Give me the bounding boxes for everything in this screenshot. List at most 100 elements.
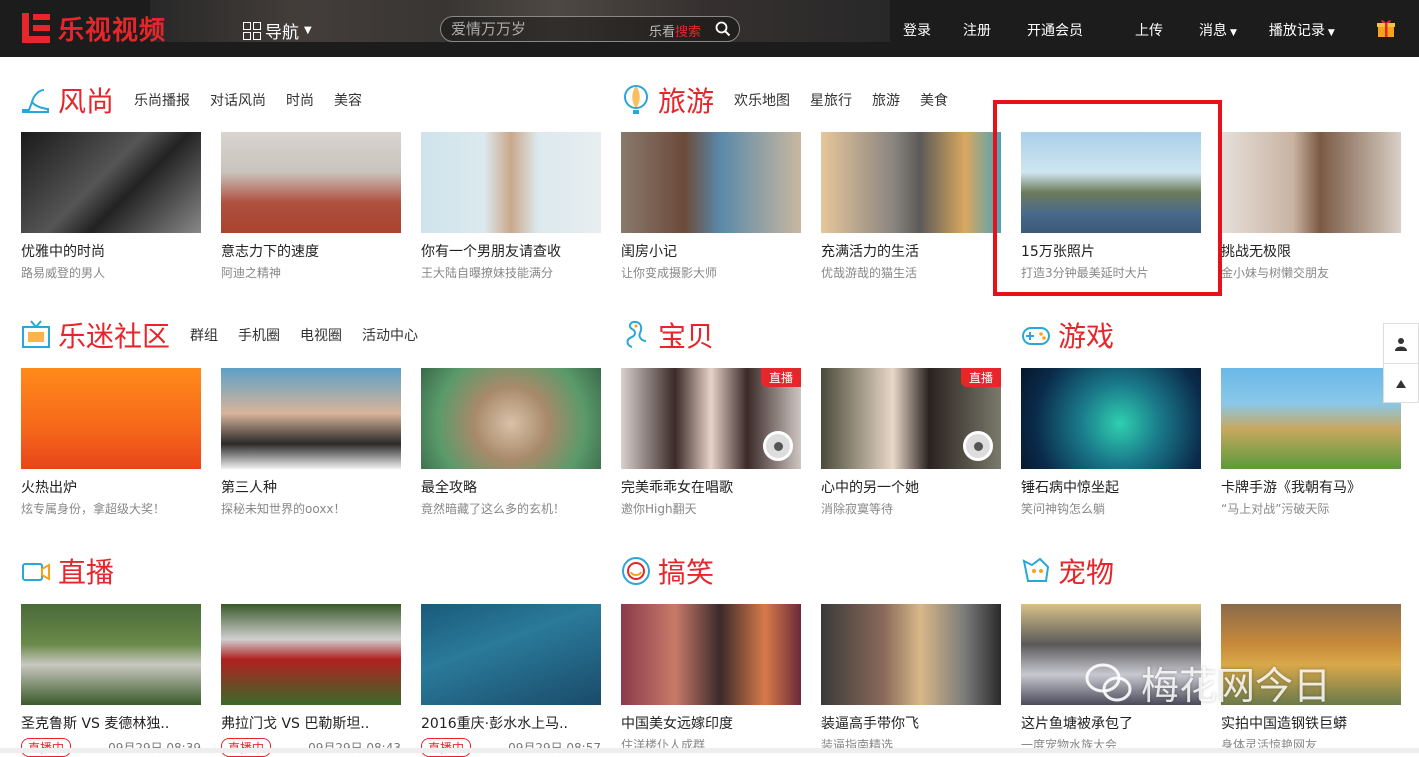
sub-link[interactable]: 旅游: [872, 90, 900, 110]
video-title[interactable]: 2016重庆·彭水水上马..: [421, 713, 601, 733]
video-title[interactable]: 弗拉门戈 VS 巴勒斯坦..: [221, 713, 401, 733]
search-box: 乐看搜索: [440, 16, 740, 42]
sub-link[interactable]: 乐尚播报: [134, 90, 190, 110]
video-card[interactable]: 圣克鲁斯 VS 麦德林独.. 直播中09月29日 08:39: [21, 604, 201, 757]
video-title[interactable]: 中国美女远嫁印度: [621, 713, 801, 733]
video-title[interactable]: 圣克鲁斯 VS 麦德林独..: [21, 713, 201, 733]
video-title[interactable]: 心中的另一个她: [821, 477, 1001, 497]
video-card[interactable]: 装逼高手带你飞 装逼指南精选: [821, 604, 1001, 753]
video-card[interactable]: 弗拉门戈 VS 巴勒斯坦.. 直播中09月29日 08:43: [221, 604, 401, 757]
video-title[interactable]: 你有一个男朋友请查收: [421, 241, 601, 261]
video-title[interactable]: 这片鱼塘被承包了: [1021, 713, 1201, 733]
video-thumbnail[interactable]: [221, 368, 401, 469]
caret-down-icon: ▼: [1327, 28, 1335, 38]
section-title[interactable]: 宝贝: [658, 315, 714, 355]
video-card[interactable]: 挑战无极限 金小妹与树懒交朋友: [1221, 132, 1401, 281]
nav-menu-button[interactable]: 导航 ▼: [243, 18, 312, 43]
video-thumbnail[interactable]: [421, 368, 601, 469]
sub-link[interactable]: 群组: [190, 325, 218, 345]
section-title[interactable]: 乐迷社区: [58, 315, 170, 355]
sub-link[interactable]: 电视圈: [300, 325, 342, 345]
sub-link[interactable]: 活动中心: [362, 325, 418, 345]
le-logo-icon: [20, 11, 54, 45]
video-desc: “马上对战”污破天际: [1221, 502, 1330, 516]
video-title[interactable]: 装逼高手带你飞: [821, 713, 1001, 733]
vip-link[interactable]: 开通会员: [1027, 20, 1083, 40]
video-card[interactable]: 直播 心中的另一个她 消除寂寞等待: [821, 368, 1001, 517]
sub-link[interactable]: 美容: [334, 90, 362, 110]
sub-link[interactable]: 星旅行: [810, 90, 852, 110]
video-card[interactable]: 锤石病中惊坐起 笑问神钩怎么躺: [1021, 368, 1201, 517]
video-card[interactable]: 直播 完美乖乖女在唱歌 邀你High翻天: [621, 368, 801, 517]
video-thumbnail[interactable]: [221, 132, 401, 233]
video-card[interactable]: 充满活力的生活 优哉游哉的猫生活: [821, 132, 1001, 281]
video-desc: 笑问神钩怎么躺: [1021, 502, 1106, 516]
live-tag: 直播: [960, 368, 1001, 387]
video-thumbnail[interactable]: [1221, 132, 1401, 233]
video-title[interactable]: 第三人种: [221, 477, 401, 497]
video-thumbnail[interactable]: 直播: [821, 368, 1001, 469]
video-title[interactable]: 意志力下的速度: [221, 241, 401, 261]
register-link[interactable]: 注册: [963, 20, 991, 40]
video-thumbnail[interactable]: [221, 604, 401, 705]
video-card[interactable]: 中国美女远嫁印度 住洋楼仆人成群: [621, 604, 801, 753]
video-card[interactable]: 优雅中的时尚 路易威登的男人: [21, 132, 201, 281]
video-thumbnail[interactable]: [621, 132, 801, 233]
section-header-baby: 宝贝: [620, 315, 734, 355]
section-title[interactable]: 直播: [58, 551, 114, 591]
upload-link[interactable]: 上传: [1135, 20, 1163, 40]
search-input[interactable]: [451, 19, 641, 39]
side-float-panel: [1383, 323, 1419, 403]
search-icon[interactable]: [715, 21, 731, 37]
video-thumbnail[interactable]: 直播: [621, 368, 801, 469]
sub-link[interactable]: 手机圈: [238, 325, 280, 345]
section-header-travel: 旅游 欢乐地图 星旅行 旅游 美食: [620, 80, 968, 120]
section-title[interactable]: 风尚: [58, 80, 114, 120]
section-title[interactable]: 旅游: [658, 80, 714, 120]
gift-icon[interactable]: [1376, 18, 1396, 38]
video-thumbnail[interactable]: [821, 604, 1001, 705]
video-title[interactable]: 最全攻略: [421, 477, 601, 497]
video-card[interactable]: 第三人种 探秘未知世界的ooxx！: [221, 368, 401, 517]
video-thumbnail[interactable]: [21, 132, 201, 233]
video-title[interactable]: 实拍中国造钢铁巨蟒: [1221, 713, 1401, 733]
video-thumbnail[interactable]: [421, 604, 601, 705]
video-title[interactable]: 优雅中的时尚: [21, 241, 201, 261]
video-thumbnail[interactable]: [21, 604, 201, 705]
video-title[interactable]: 闺房小记: [621, 241, 801, 261]
video-thumbnail[interactable]: [1021, 368, 1201, 469]
video-card[interactable]: 意志力下的速度 阿迪之精神: [221, 132, 401, 281]
sub-link[interactable]: 美食: [920, 90, 948, 110]
video-card[interactable]: 卡牌手游《我朝有马》 “马上对战”污破天际: [1221, 368, 1401, 517]
section-title[interactable]: 宠物: [1058, 551, 1114, 591]
video-thumbnail[interactable]: [421, 132, 601, 233]
user-button[interactable]: [1384, 324, 1418, 364]
video-title[interactable]: 挑战无极限: [1221, 241, 1401, 261]
video-card[interactable]: 闺房小记 让你变成摄影大师: [621, 132, 801, 281]
sub-link[interactable]: 欢乐地图: [734, 90, 790, 110]
history-menu[interactable]: 播放记录 ▼: [1269, 20, 1335, 40]
video-thumbnail[interactable]: [21, 368, 201, 469]
back-to-top-button[interactable]: [1384, 364, 1418, 404]
site-logo[interactable]: 乐视视频: [20, 10, 166, 46]
sub-link[interactable]: 对话风尚: [210, 90, 266, 110]
video-thumbnail[interactable]: [1221, 368, 1401, 469]
video-card[interactable]: 火热出炉 炫专属身份，拿超级大奖！: [21, 368, 201, 517]
video-title[interactable]: 锤石病中惊坐起: [1021, 477, 1201, 497]
video-card[interactable]: 最全攻略 竟然暗藏了这么多的玄机！: [421, 368, 601, 517]
search-brand: 乐看搜索: [649, 25, 702, 40]
login-link[interactable]: 登录: [903, 20, 931, 40]
video-title[interactable]: 充满活力的生活: [821, 241, 1001, 261]
messages-menu[interactable]: 消息 ▼: [1199, 20, 1237, 40]
video-card[interactable]: 2016重庆·彭水水上马.. 直播中09月29日 08:57: [421, 604, 601, 757]
section-header-fashion: 风尚 乐尚播报 对话风尚 时尚 美容: [20, 80, 382, 120]
video-card[interactable]: 你有一个男朋友请查收 王大陆自曝撩妹技能满分: [421, 132, 601, 281]
video-thumbnail[interactable]: [821, 132, 1001, 233]
video-thumbnail[interactable]: [621, 604, 801, 705]
video-title[interactable]: 完美乖乖女在唱歌: [621, 477, 801, 497]
section-title[interactable]: 游戏: [1058, 315, 1114, 355]
video-title[interactable]: 卡牌手游《我朝有马》: [1221, 477, 1401, 497]
section-title[interactable]: 搞笑: [658, 551, 714, 591]
sub-link[interactable]: 时尚: [286, 90, 314, 110]
video-title[interactable]: 火热出炉: [21, 477, 201, 497]
